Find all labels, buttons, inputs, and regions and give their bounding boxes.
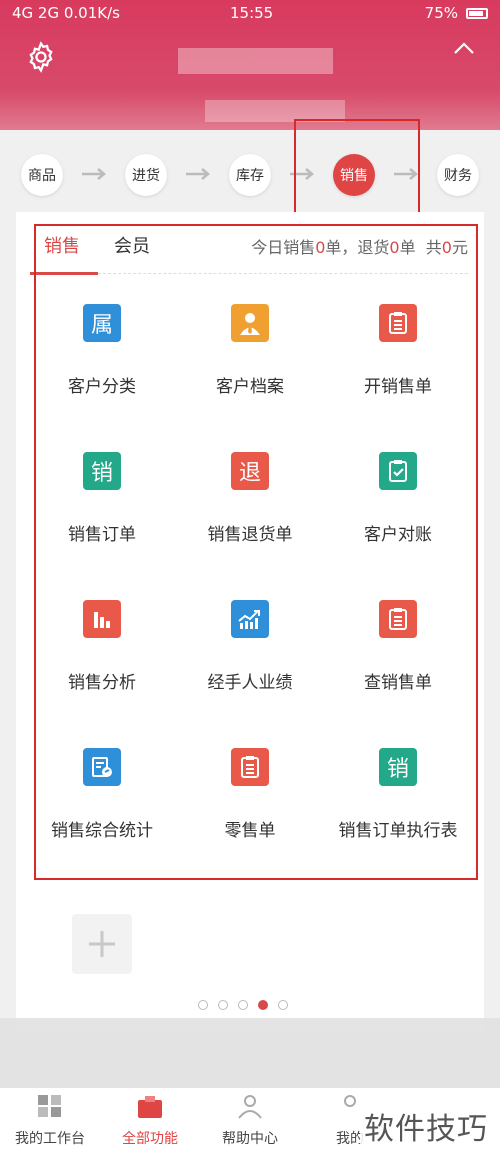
- step-finance[interactable]: 财务: [437, 154, 479, 196]
- blurred-store-name: [178, 48, 333, 74]
- page-dot[interactable]: [238, 1000, 248, 1010]
- arrow-right-icon: [82, 168, 106, 180]
- status-bar: 4G 2G 0.01K/s 15:55 75%: [0, 0, 500, 26]
- plus-icon: [89, 931, 115, 957]
- all-functions-icon: [138, 1096, 162, 1118]
- chevron-up-icon[interactable]: [452, 40, 476, 56]
- nav-help-center[interactable]: 帮助中心: [200, 1088, 300, 1158]
- arrow-right-icon: [186, 168, 210, 180]
- page-dot-active[interactable]: [258, 1000, 268, 1010]
- header: 4G 2G 0.01K/s 15:55 75%: [0, 0, 500, 130]
- blurred-area: [0, 1018, 500, 1088]
- add-button[interactable]: [72, 914, 132, 974]
- help-icon: [238, 1095, 262, 1119]
- page-dot[interactable]: [278, 1000, 288, 1010]
- network-status: 4G 2G 0.01K/s: [12, 4, 120, 22]
- step-inventory[interactable]: 库存: [229, 154, 271, 196]
- nav-all-functions[interactable]: 全部功能: [100, 1088, 200, 1158]
- battery-icon: [466, 7, 488, 19]
- battery-level: 75%: [424, 4, 458, 22]
- watermark: 软件技巧: [360, 1102, 492, 1150]
- workbench-icon: [38, 1095, 61, 1117]
- page-dot[interactable]: [218, 1000, 228, 1010]
- clock: 15:55: [230, 4, 274, 22]
- gear-icon[interactable]: [24, 40, 58, 74]
- highlight-box-functions: [34, 224, 478, 880]
- page-dot[interactable]: [198, 1000, 208, 1010]
- process-steps: 商品 进货 库存 销售 财务: [0, 148, 500, 200]
- step-products[interactable]: 商品: [21, 154, 63, 196]
- step-purchase[interactable]: 进货: [125, 154, 167, 196]
- nav-workbench[interactable]: 我的工作台: [0, 1088, 100, 1158]
- page-indicator: [198, 1000, 288, 1010]
